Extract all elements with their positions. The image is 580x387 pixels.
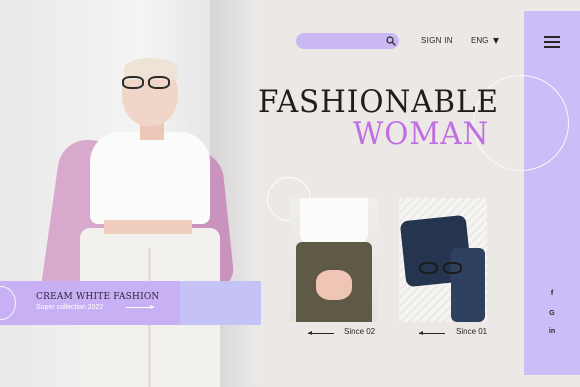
linkedin-icon[interactable]: in <box>546 328 558 335</box>
landing-page: CREAM WHITE FASHION Super collection 202… <box>0 0 580 387</box>
chevron-down-icon[interactable] <box>493 38 499 44</box>
product-since-label: Since 02 <box>344 327 376 336</box>
arrow-left-icon[interactable] <box>308 331 334 335</box>
promo-title: CREAM WHITE FASHION <box>36 292 160 302</box>
search-input[interactable] <box>296 33 399 49</box>
product-image-glasses <box>417 262 465 276</box>
hamburger-menu-icon[interactable] <box>544 36 560 48</box>
facebook-icon[interactable]: f <box>546 290 558 297</box>
hero-photo-midriff <box>104 220 192 234</box>
headline-primary: FASHIONABLE <box>258 84 499 120</box>
hero-model-photo <box>0 0 261 387</box>
product-card-jeans[interactable] <box>399 198 487 322</box>
google-icon[interactable]: G <box>546 310 558 317</box>
promo-subtitle: Super collection 2022 <box>36 304 104 311</box>
arrow-left-icon[interactable] <box>419 331 445 335</box>
product-image-jeans-leg <box>451 248 485 322</box>
language-selector[interactable]: ENG <box>471 36 488 45</box>
hero-photo-top <box>90 132 210 224</box>
product-image-shirt <box>300 198 368 244</box>
product-card-trousers[interactable] <box>290 198 378 322</box>
sign-in-link[interactable]: SIGN IN <box>421 36 453 45</box>
promo-banner[interactable] <box>0 281 180 325</box>
promo-arrow-icon[interactable] <box>126 305 154 309</box>
hero-photo-glasses <box>118 76 176 90</box>
side-panel <box>524 11 580 375</box>
headline-accent: WOMAN <box>353 116 490 152</box>
product-since-label: Since 01 <box>456 327 488 336</box>
search-icon[interactable] <box>386 36 396 46</box>
product-image-hands <box>316 270 352 300</box>
promo-banner-accent <box>180 281 261 325</box>
